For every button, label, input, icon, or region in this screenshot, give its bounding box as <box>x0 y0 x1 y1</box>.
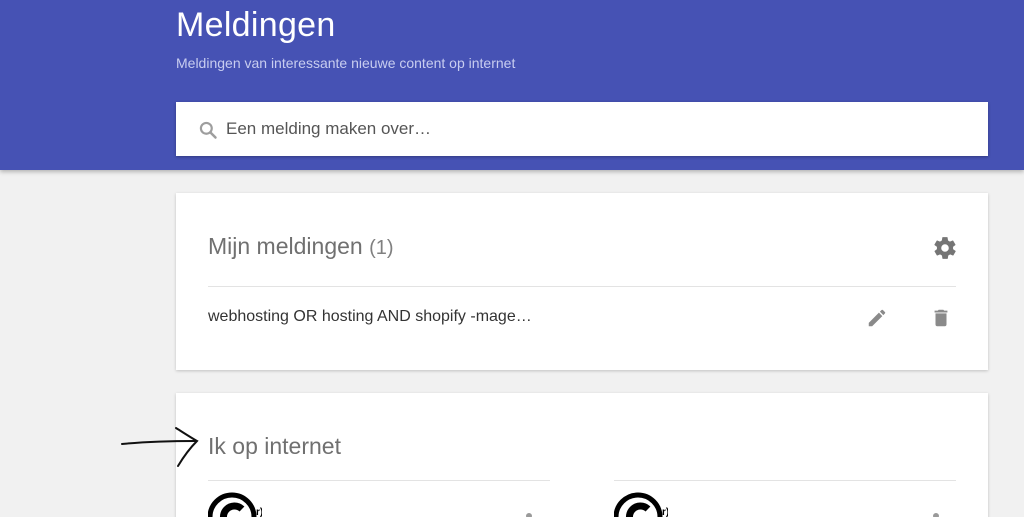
alert-row[interactable]: webhosting OR hosting AND shopify -mage… <box>208 293 956 343</box>
my-alerts-title: Mijn meldingen (1) <box>208 233 394 260</box>
my-alerts-count: (1) <box>369 237 394 259</box>
more-options-icon[interactable] <box>933 513 939 517</box>
me-on-internet-card: Ik op internet r) r) <box>176 393 988 517</box>
search-box[interactable] <box>176 102 988 156</box>
copyright-logo-icon: r) <box>613 491 669 517</box>
me-on-internet-title: Ik op internet <box>208 433 341 459</box>
hand-drawn-arrow-icon <box>118 424 200 468</box>
pencil-icon[interactable] <box>866 307 888 329</box>
divider <box>208 480 550 481</box>
page-subtitle: Meldingen van interessante nieuwe conten… <box>176 55 516 71</box>
trash-icon[interactable] <box>930 307 952 329</box>
search-input[interactable] <box>226 102 966 156</box>
copyright-logo-icon: r) <box>207 491 263 517</box>
my-alerts-card: Mijn meldingen (1) webhosting OR hosting… <box>176 193 988 370</box>
gear-icon[interactable] <box>932 235 958 261</box>
more-options-icon[interactable] <box>526 513 532 517</box>
my-alerts-title-text: Mijn meldingen <box>208 233 363 259</box>
page-title: Meldingen <box>176 6 336 44</box>
svg-text:r): r) <box>256 507 262 517</box>
search-icon <box>198 120 218 140</box>
divider <box>208 286 956 287</box>
svg-text:r): r) <box>662 507 668 517</box>
alert-query[interactable]: webhosting OR hosting AND shopify -mage… <box>208 308 532 326</box>
divider <box>614 480 956 481</box>
